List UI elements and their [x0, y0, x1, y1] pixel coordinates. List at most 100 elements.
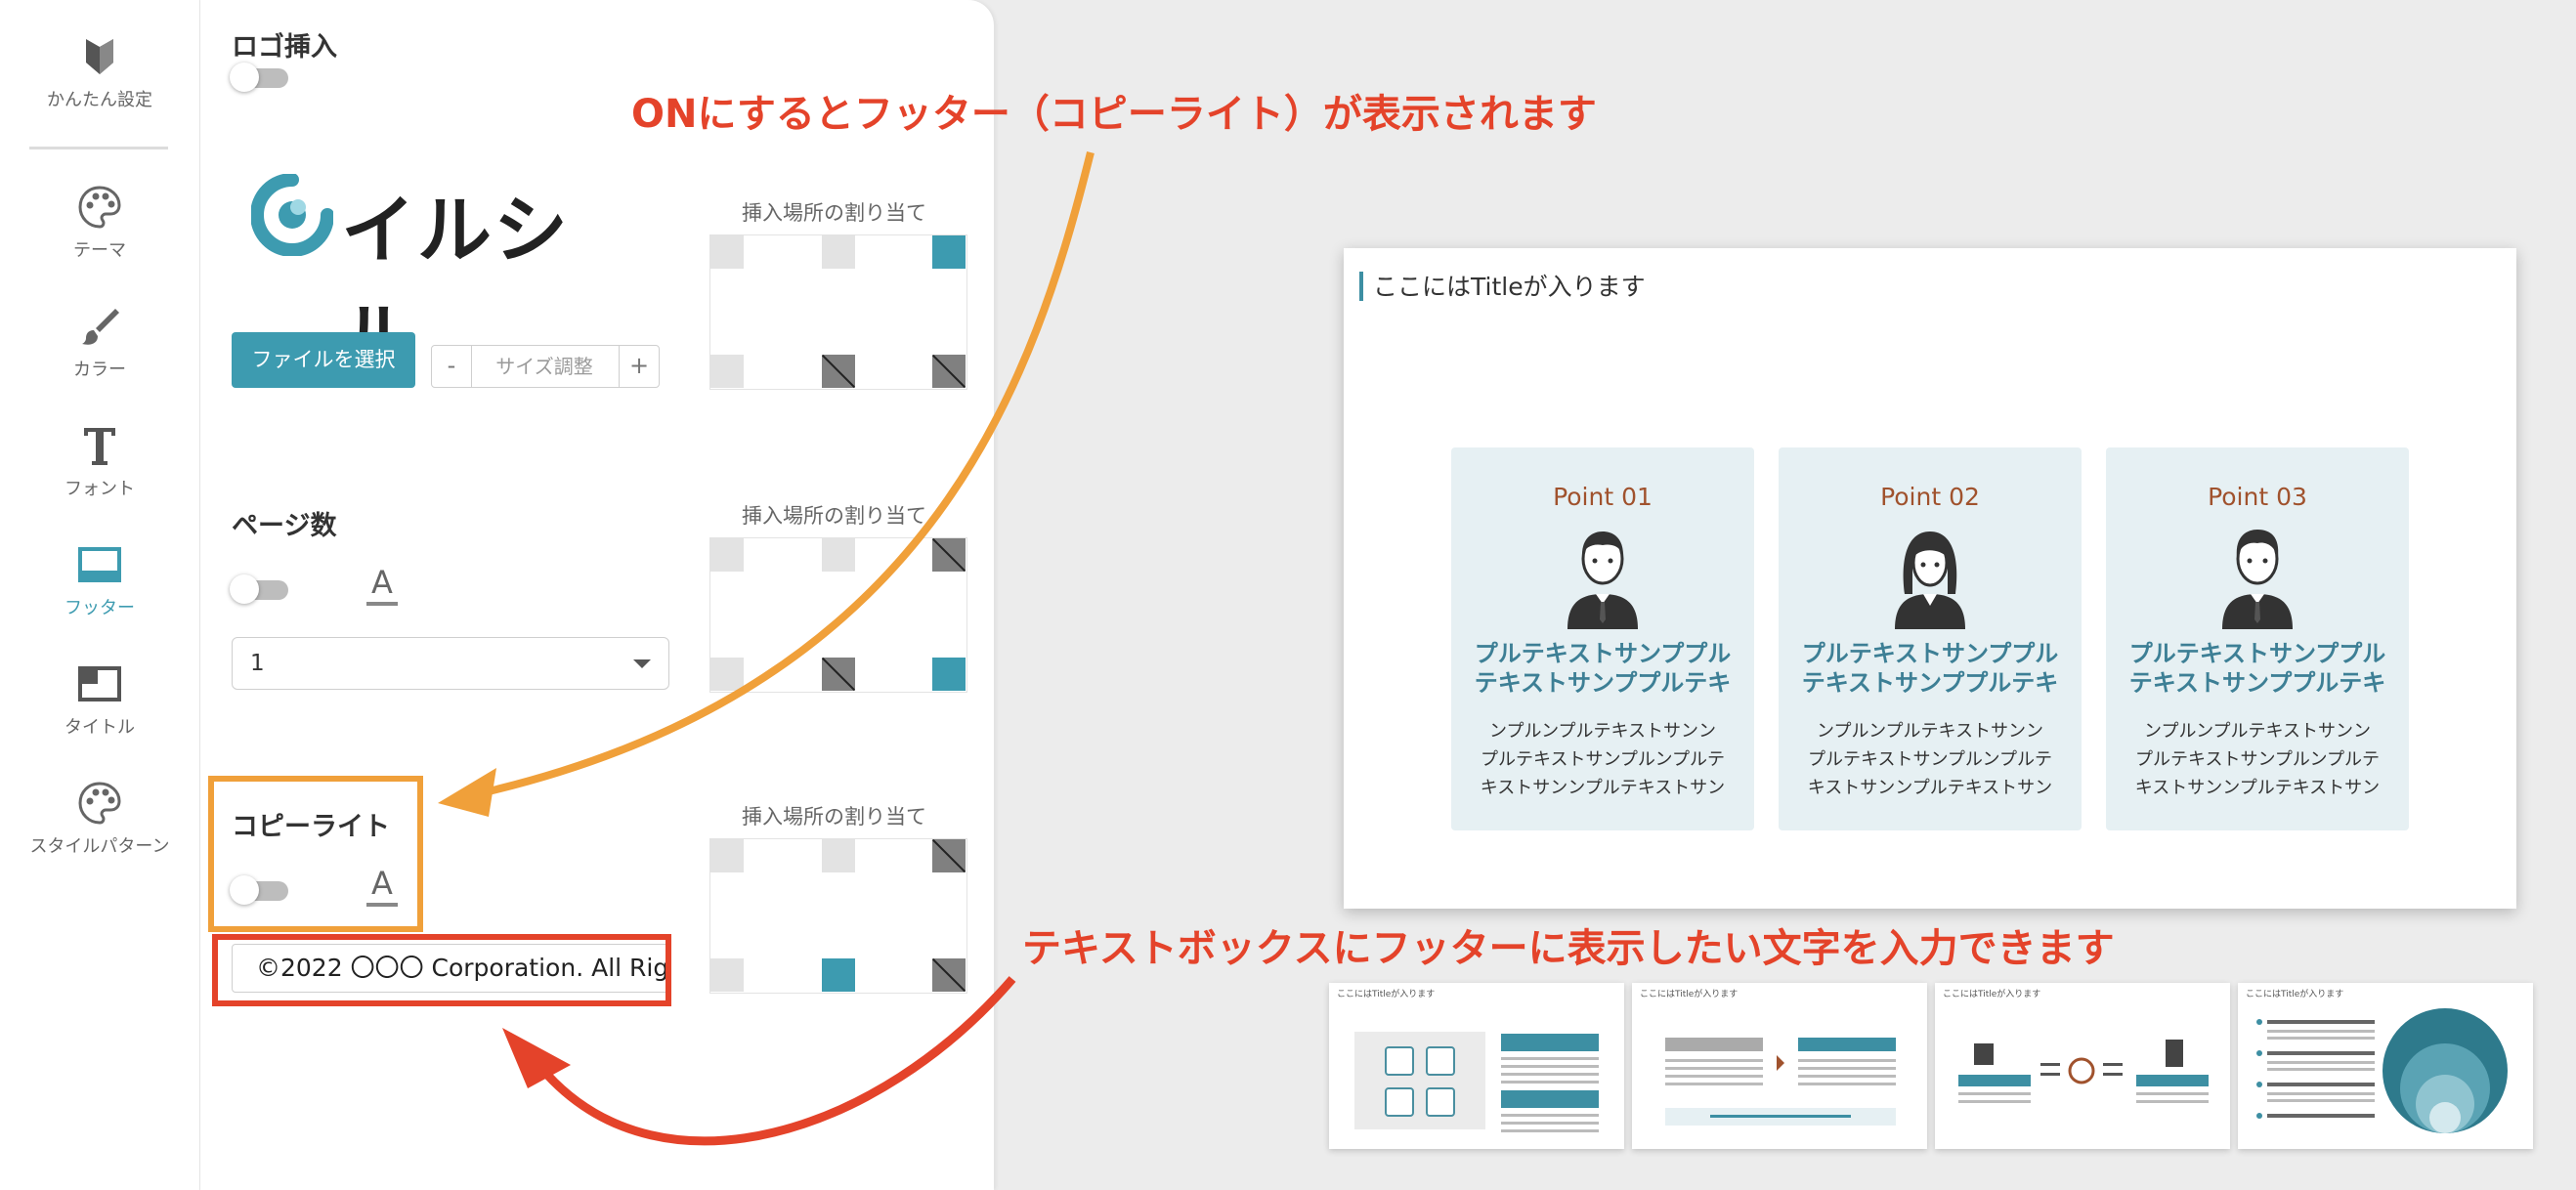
card-body-line: ンプルンプルテキストサンン: [1816, 721, 2044, 742]
card-body-line: プルテキストサンプルンプルテ: [1807, 749, 2053, 770]
grid-cell-bottom-left[interactable]: [710, 355, 744, 388]
grid-cell-bottom-right[interactable]: [932, 355, 966, 388]
size-increase-button[interactable]: +: [619, 346, 659, 387]
point-label: Point 01: [1553, 483, 1653, 511]
grid-cell-bottom-right[interactable]: [932, 958, 966, 992]
annotation-toggle-hint: ONにするとフッター（コピーライト）が表示されます: [631, 92, 1597, 137]
grid-cell-top-left[interactable]: [710, 839, 744, 872]
card-body: ンプルンプルテキストサンン プルテキストサンプルンプルテ キストサンンプルテキス…: [2122, 717, 2393, 802]
slide-thumbnail[interactable]: ここにはTitleが入ります: [1329, 983, 1624, 1149]
chevron-down-icon: [633, 659, 651, 668]
grid-cell-top-right[interactable]: [932, 235, 966, 269]
card-heading: プルテキストサンププル テキストサンププルテキ: [2106, 639, 2409, 698]
title-layout-icon: [78, 666, 121, 701]
card-body-line: ンプルンプルテキストサンン: [1488, 721, 1717, 742]
logo-assign-label: 挿入場所の割り当て: [742, 201, 926, 225]
beginner-icon: [86, 39, 113, 74]
nav-item-style-pattern[interactable]: スタイルパターン: [0, 780, 199, 858]
page-number-select[interactable]: 1: [232, 637, 669, 690]
grid-cell-bottom-left[interactable]: [710, 958, 744, 992]
nav-label: かんたん設定: [47, 90, 152, 110]
page-number-select-value: 1: [250, 651, 265, 676]
nav-label: フッター: [64, 598, 135, 618]
nav-item-theme[interactable]: テーマ: [0, 184, 199, 262]
thumbnail-graphic: [1958, 1040, 2209, 1103]
businesswoman-icon: [1895, 531, 1965, 629]
card-body-line: キストサンンプルテキストサン: [1807, 778, 2053, 798]
slide-thumbnail[interactable]: ここにはTitleが入ります: [2238, 983, 2533, 1149]
copyright-position-grid[interactable]: [709, 838, 967, 994]
card-heading-line: プルテキストサンププル: [2128, 640, 2386, 667]
grid-cell-top-right[interactable]: [932, 538, 966, 572]
point-card: Point 01 プルテキストサンププル テキストサンププルテキ ンプルンプルテ…: [1451, 447, 1754, 830]
grid-cell-bottom-right[interactable]: [932, 658, 966, 691]
nav-label: スタイルパターン: [29, 836, 170, 857]
nav-label: カラー: [73, 360, 126, 380]
card-body: ンプルンプルテキストサンン プルテキストサンプルンプルテ キストサンンプルテキス…: [1467, 717, 1739, 802]
card-heading: プルテキストサンププル テキストサンププルテキ: [1451, 639, 1754, 698]
card-heading-line: プルテキストサンププル: [1801, 640, 2059, 667]
nav-label: フォント: [64, 479, 135, 499]
thumbnail-graphic: [1354, 1032, 1599, 1132]
grid-cell-top-center[interactable]: [822, 839, 855, 872]
slide-title: ここにはTitleが入ります: [1373, 273, 1646, 301]
nav-item-font[interactable]: フォント: [0, 422, 199, 500]
point-label: Point 03: [2208, 483, 2307, 511]
slide-thumbnail[interactable]: ここにはTitleが入ります: [1632, 983, 1927, 1149]
copyright-input-highlight-box: [212, 934, 671, 1006]
grid-cell-top-center[interactable]: [822, 235, 855, 269]
point-label: Point 02: [1880, 483, 1980, 511]
thumbnail-graphic: [2256, 1008, 2508, 1133]
logo-toggle[interactable]: [230, 63, 290, 92]
page-number-assign-label: 挿入場所の割り当て: [742, 504, 926, 528]
card-body: ンプルンプルテキストサンン プルテキストサンプルンプルテ キストサンンプルテキス…: [1794, 717, 2066, 802]
card-heading-line: テキストサンププルテキ: [1801, 669, 2059, 697]
font-glyph: A: [371, 564, 393, 601]
nav-item-color[interactable]: カラー: [0, 303, 199, 381]
brush-icon: [82, 309, 119, 345]
card-heading-line: テキストサンププルテキ: [2128, 669, 2386, 697]
page-number-toggle[interactable]: [230, 574, 290, 604]
grid-cell-top-left[interactable]: [710, 235, 744, 269]
logo-size-stepper: - サイズ調整 +: [431, 345, 660, 388]
palette-icon: [78, 782, 121, 825]
point-card: Point 03 プルテキストサンププル テキストサンププルテキ ンプルンプルテ…: [2106, 447, 2409, 830]
copyright-assign-label: 挿入場所の割り当て: [742, 805, 926, 829]
page-number-section-title: ページ数: [232, 511, 337, 541]
size-input[interactable]: サイズ調整: [473, 346, 616, 387]
thumbnail-graphic: [1665, 1038, 1896, 1126]
page-number-font-button[interactable]: A: [363, 565, 402, 610]
businessman-icon: [1567, 531, 1638, 629]
nav-item-easy-settings[interactable]: かんたん設定: [0, 33, 199, 111]
grid-cell-bottom-center[interactable]: [822, 958, 855, 992]
side-nav: かんたん設定 テーマ カラー フォント フッター タイトル スタイルパターン: [0, 0, 200, 1190]
card-heading-line: テキストサンププルテキ: [1474, 669, 1732, 697]
slide-title-accent: [1359, 272, 1363, 301]
grid-cell-top-left[interactable]: [710, 538, 744, 572]
logo-position-grid[interactable]: [709, 234, 967, 390]
nav-item-footer[interactable]: フッター: [0, 541, 199, 619]
annotation-input-hint: テキストボックスにフッターに表示したい文字を入力できます: [1022, 926, 2115, 971]
grid-cell-top-right[interactable]: [932, 839, 966, 872]
font-t-icon: [84, 428, 115, 465]
select-file-button[interactable]: ファイルを選択: [232, 332, 415, 388]
footer-settings-panel: ロゴ挿入 イルシル 挿入場所の割り当て ファイルを選択 - サイズ調整 + ペー…: [200, 0, 994, 1190]
nav-divider: [29, 147, 168, 149]
card-body-line: プルテキストサンプルンプルテ: [1480, 749, 1726, 770]
copyright-highlight-box: [208, 776, 423, 932]
logo-preview: イルシル: [251, 172, 642, 381]
page-number-position-grid[interactable]: [709, 537, 967, 693]
grid-cell-top-center[interactable]: [822, 538, 855, 572]
font-underline: [366, 602, 398, 606]
size-decrease-button[interactable]: -: [432, 346, 472, 387]
nav-label: タイトル: [64, 717, 135, 738]
slide-thumbnail[interactable]: ここにはTitleが入ります: [1935, 983, 2230, 1149]
nav-label: テーマ: [73, 240, 126, 261]
brand-logo-icon: [251, 174, 333, 256]
grid-cell-bottom-left[interactable]: [710, 658, 744, 691]
nav-item-title[interactable]: タイトル: [0, 660, 199, 739]
grid-cell-bottom-center[interactable]: [822, 658, 855, 691]
grid-cell-bottom-center[interactable]: [822, 355, 855, 388]
card-body-line: プルテキストサンプルンプルテ: [2134, 749, 2381, 770]
businessman-icon: [2222, 530, 2293, 629]
